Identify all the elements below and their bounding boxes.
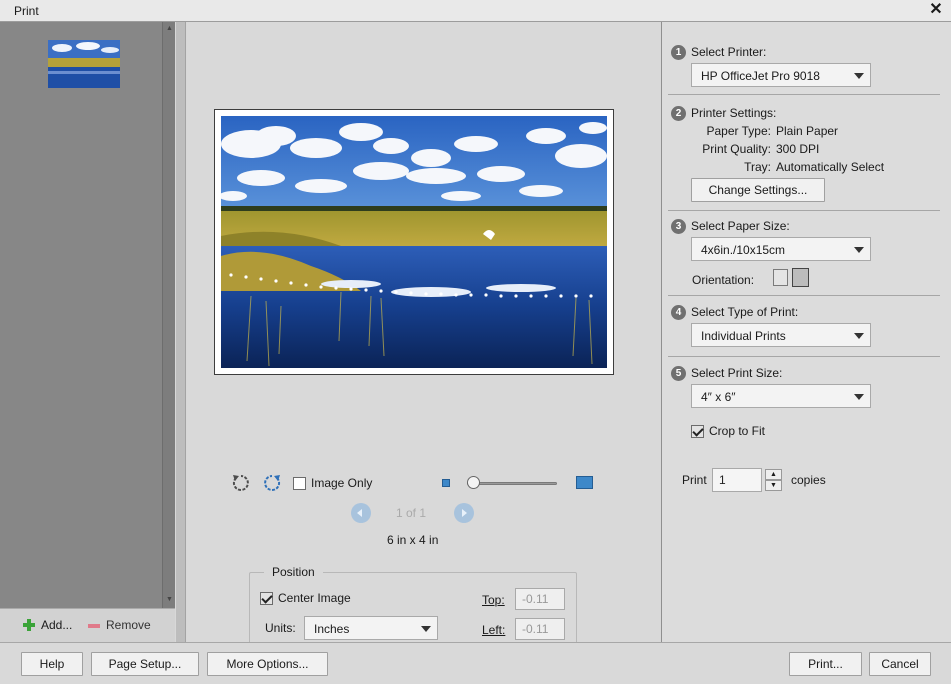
- thumbnail-scrollbar[interactable]: ▲ ▼: [162, 22, 175, 608]
- more-options-button[interactable]: More Options...: [207, 652, 328, 676]
- print-size-value: 4″ x 6″: [701, 390, 736, 404]
- divider: [668, 295, 940, 296]
- rotate-right-icon[interactable]: [261, 472, 283, 494]
- portrait-orientation-icon[interactable]: [773, 269, 788, 286]
- print-button[interactable]: Print...: [789, 652, 862, 676]
- zoom-slider-handle[interactable]: [467, 476, 480, 489]
- tray-label: Tray:: [744, 160, 771, 174]
- orientation-label: Orientation:: [692, 273, 755, 287]
- top-field[interactable]: -0.11: [515, 588, 565, 610]
- print-quality-label: Print Quality:: [702, 142, 771, 156]
- paper-type-value: Plain Paper: [776, 124, 839, 138]
- units-select[interactable]: Inches: [304, 616, 438, 640]
- chevron-down-icon: [421, 626, 431, 632]
- left-field[interactable]: -0.11: [515, 618, 565, 640]
- remove-label: Remove: [106, 618, 151, 632]
- position-legend: Position: [264, 565, 323, 579]
- add-button[interactable]: Add...: [23, 618, 72, 632]
- divider: [668, 356, 940, 357]
- chevron-down-icon: [854, 247, 864, 253]
- center-image-label: Center Image: [278, 591, 351, 605]
- minus-icon: [88, 623, 100, 628]
- copies-decrement-icon[interactable]: ▼: [765, 480, 782, 491]
- print-type-select[interactable]: Individual Prints: [691, 323, 871, 347]
- scroll-up-icon[interactable]: ▲: [165, 25, 174, 33]
- image-only-checkbox[interactable]: [293, 477, 306, 490]
- thumbnail-panel: ▲ ▼ Add... Remove: [0, 22, 175, 642]
- paper-preview: [214, 109, 614, 375]
- photo-thumbnail[interactable]: [48, 40, 120, 88]
- window-title: Print: [14, 4, 39, 18]
- previous-page-button[interactable]: [351, 503, 371, 523]
- tray-value: Automatically Select: [776, 160, 885, 174]
- paper-type-label: Paper Type:: [706, 124, 772, 138]
- zoom-slider-track[interactable]: [467, 482, 557, 485]
- printer-select[interactable]: HP OfficeJet Pro 9018: [691, 63, 871, 87]
- units-value: Inches: [314, 622, 350, 636]
- preview-area: Image Only 1 of 1 6 in x 4 in Position C…: [187, 22, 660, 660]
- chevron-down-icon: [854, 73, 864, 79]
- select-print-type-label: Select Type of Print:: [691, 305, 799, 319]
- cancel-button[interactable]: Cancel: [869, 652, 931, 676]
- step-3-badge: 3: [671, 219, 686, 234]
- print-copies-label: Print: [682, 473, 707, 487]
- select-printer-label: Select Printer:: [691, 45, 767, 59]
- thumbnail-list: [0, 22, 162, 608]
- step-2-badge: 2: [671, 106, 686, 121]
- thumbnail-footer: Add... Remove: [0, 608, 175, 642]
- next-page-button[interactable]: [454, 503, 474, 523]
- page-indicator: 1 of 1: [396, 506, 427, 520]
- landscape-orientation-icon[interactable]: [792, 268, 809, 287]
- paper-size-value: 4x6in./10x15cm: [701, 243, 786, 257]
- help-button[interactable]: Help: [21, 652, 83, 676]
- divider: [668, 210, 940, 211]
- copies-increment-icon[interactable]: ▲: [765, 469, 782, 480]
- crop-to-fit-label: Crop to Fit: [709, 424, 766, 438]
- copies-label: copies: [791, 473, 826, 487]
- printer-value: HP OfficeJet Pro 9018: [701, 69, 820, 83]
- center-image-checkbox[interactable]: [260, 592, 273, 605]
- step-4-badge: 4: [671, 305, 686, 320]
- panel-divider: [176, 22, 186, 642]
- print-type-value: Individual Prints: [701, 329, 786, 343]
- select-print-size-label: Select Print Size:: [691, 366, 783, 380]
- step-5-badge: 5: [671, 366, 686, 381]
- crop-to-fit-checkbox[interactable]: [691, 425, 704, 438]
- close-icon[interactable]: ✕: [927, 1, 945, 19]
- top-label: Top:: [482, 593, 505, 607]
- zoom-large-icon[interactable]: [576, 476, 593, 489]
- step-1-badge: 1: [671, 45, 686, 60]
- photo-preview: [221, 116, 607, 368]
- rotate-left-icon[interactable]: [230, 472, 252, 494]
- printer-settings-label: Printer Settings:: [691, 106, 777, 120]
- chevron-down-icon: [854, 394, 864, 400]
- divider: [668, 94, 940, 95]
- remove-button[interactable]: Remove: [88, 618, 151, 632]
- plus-icon: [23, 619, 35, 631]
- left-label: Left:: [482, 623, 506, 637]
- title-bar: Print ✕: [0, 0, 951, 22]
- print-size-select[interactable]: 4″ x 6″: [691, 384, 871, 408]
- zoom-small-icon[interactable]: [442, 479, 450, 487]
- scroll-down-icon[interactable]: ▼: [165, 596, 174, 604]
- add-label: Add...: [41, 618, 73, 632]
- print-settings-panel: 1 Select Printer: HP OfficeJet Pro 9018 …: [661, 22, 951, 642]
- page-setup-button[interactable]: Page Setup...: [91, 652, 199, 676]
- print-size-caption: 6 in x 4 in: [387, 533, 439, 547]
- paper-size-select[interactable]: 4x6in./10x15cm: [691, 237, 871, 261]
- image-only-label: Image Only: [311, 476, 373, 490]
- chevron-down-icon: [854, 333, 864, 339]
- dialog-footer: Help Page Setup... More Options... Print…: [0, 642, 951, 684]
- print-quality-value: 300 DPI: [776, 142, 820, 156]
- change-settings-button[interactable]: Change Settings...: [691, 178, 825, 202]
- select-paper-size-label: Select Paper Size:: [691, 219, 790, 233]
- units-label: Units:: [265, 621, 296, 635]
- copies-field[interactable]: 1: [712, 468, 762, 492]
